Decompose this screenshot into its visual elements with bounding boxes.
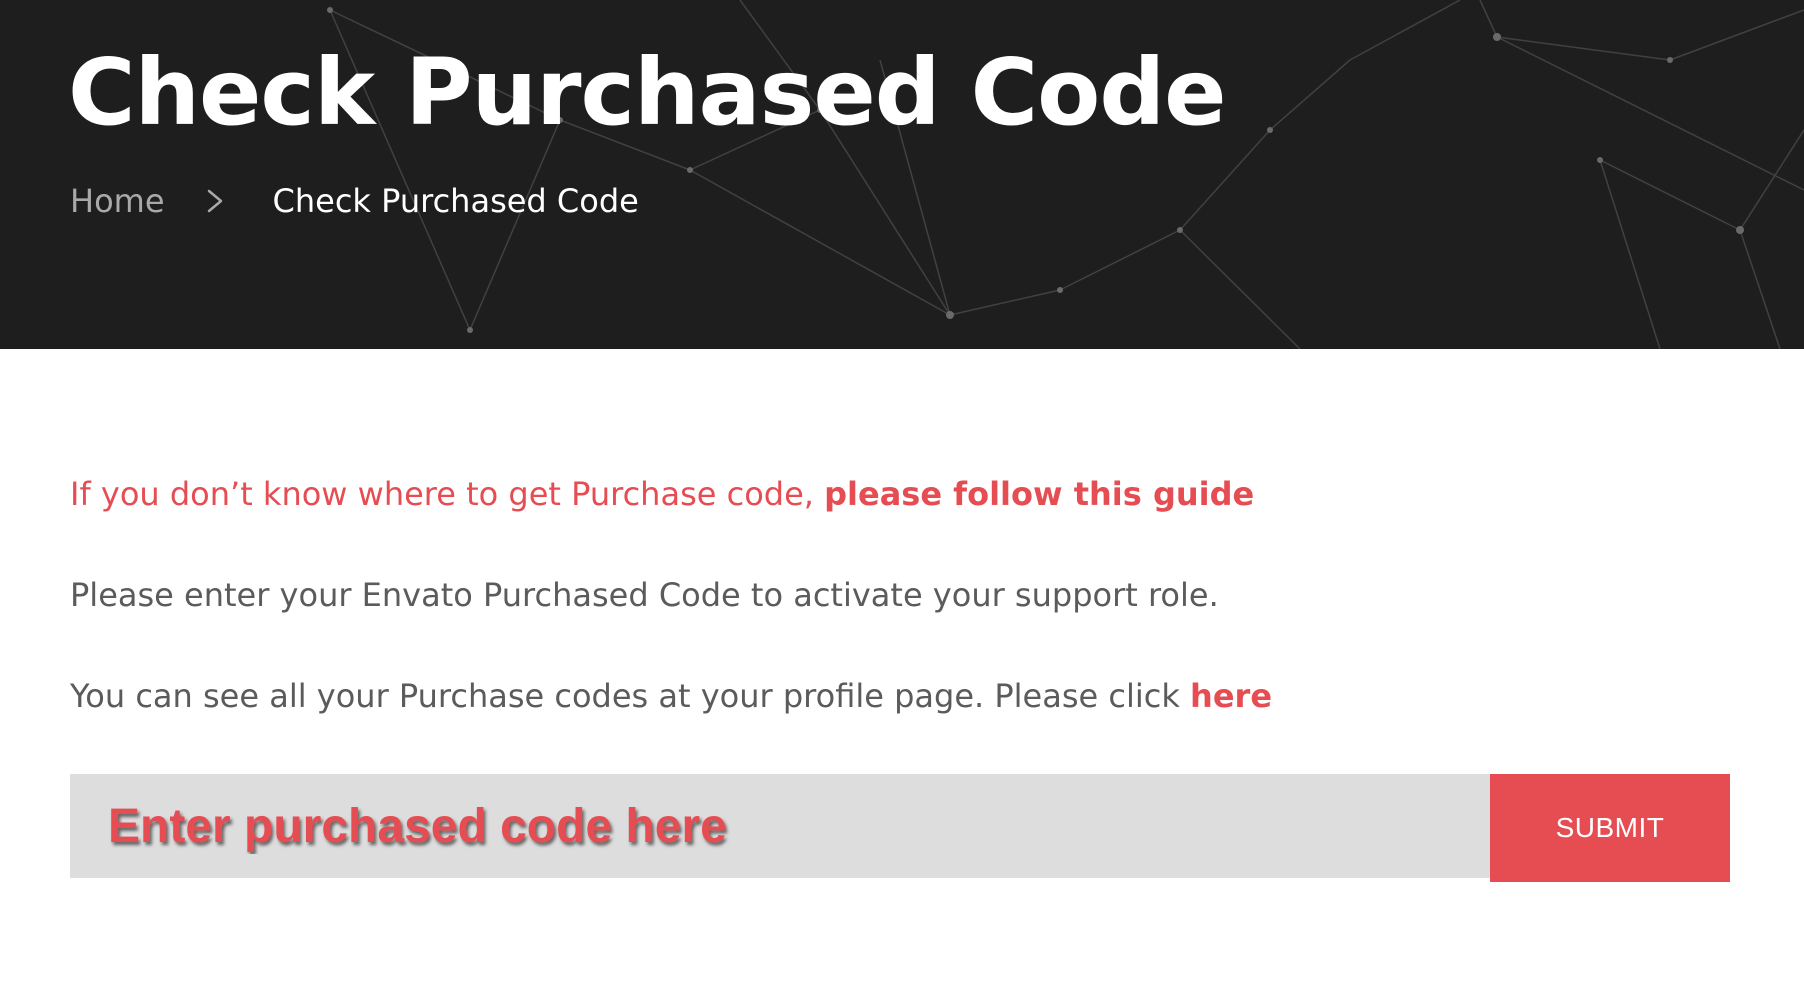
profile-notice-text: You can see all your Purchase codes at y… (70, 677, 1191, 715)
submit-button[interactable]: SUBMIT (1490, 774, 1730, 882)
guide-notice-text: If you don’t know where to get Purchase … (70, 475, 825, 513)
instruction-text: Please enter your Envato Purchased Code … (70, 576, 1219, 614)
page-hero: Check Purchased Code Home Check Purchase… (0, 0, 1804, 349)
profile-here-link[interactable]: here (1190, 677, 1272, 715)
guide-notice: If you don’t know where to get Purchase … (70, 470, 1254, 518)
breadcrumb: Home Check Purchased Code (70, 178, 639, 224)
chevron-right-icon (191, 178, 239, 224)
breadcrumb-home-link[interactable]: Home (70, 178, 165, 224)
follow-guide-link[interactable]: please follow this guide (824, 475, 1254, 513)
profile-notice: You can see all your Purchase codes at y… (70, 672, 1272, 720)
purchase-code-input[interactable] (70, 774, 1490, 878)
page-title: Check Purchased Code (68, 39, 1227, 146)
breadcrumb-current: Check Purchased Code (272, 182, 639, 220)
purchase-code-form: SUBMIT (70, 774, 1730, 882)
